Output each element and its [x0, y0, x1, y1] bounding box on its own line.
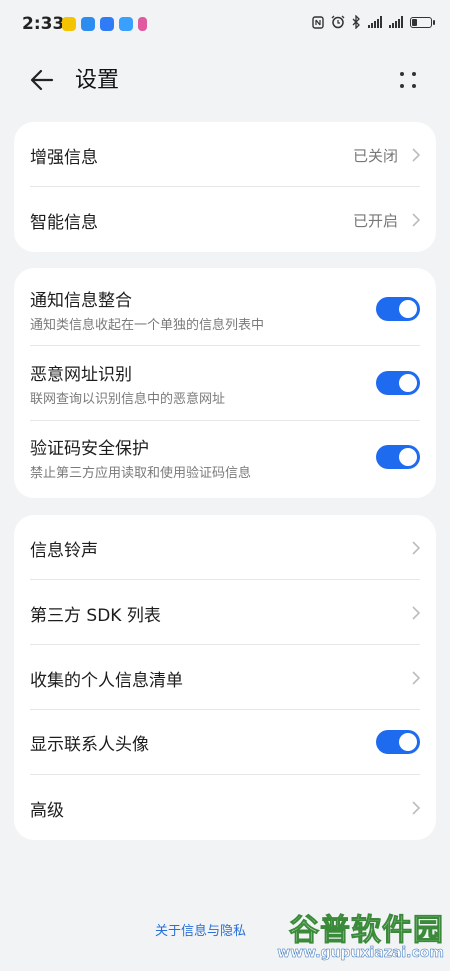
status-time: 2:33 — [22, 14, 65, 34]
chevron-right-icon — [412, 606, 421, 620]
row-label: 高级 — [30, 801, 64, 821]
status-bar: 2:33 — [0, 0, 450, 48]
contact-avatar-toggle[interactable] — [376, 730, 420, 754]
more-options-icon[interactable] — [396, 68, 420, 92]
app-notification-icon — [100, 17, 114, 31]
enhanced-messages-row[interactable]: 增强信息 已关闭 — [14, 122, 436, 187]
watermark-brand: 谷普软件园 — [289, 913, 444, 949]
page-title: 设置 — [75, 68, 120, 93]
code-protection-row: 验证码安全保护 禁止第三方应用读取和使用验证码信息 — [14, 420, 436, 498]
advanced-row[interactable]: 高级 — [14, 775, 436, 840]
settings-card-security: 通知信息整合 通知类信息收起在一个单独的信息列表中 恶意网址识别 联网查询以识别… — [14, 268, 436, 498]
third-party-sdk-row[interactable]: 第三方 SDK 列表 — [14, 580, 436, 645]
row-label: 恶意网址识别 — [30, 365, 132, 385]
notification-merge-row: 通知信息整合 通知类信息收起在一个单独的信息列表中 — [14, 268, 436, 345]
notification-merge-toggle[interactable] — [376, 297, 420, 321]
privacy-link[interactable]: 关于信息与隐私 — [155, 920, 246, 939]
row-label: 增强信息 — [30, 148, 98, 168]
battery-icon — [410, 16, 435, 28]
smart-messages-row[interactable]: 智能信息 已开启 — [14, 187, 436, 252]
contact-avatar-row: 显示联系人头像 — [14, 710, 436, 775]
signal-icon — [368, 16, 382, 28]
row-label: 通知信息整合 — [30, 291, 132, 311]
chevron-right-icon — [412, 541, 421, 555]
malicious-url-toggle[interactable] — [376, 371, 420, 395]
row-description: 通知类信息收起在一个单独的信息列表中 — [30, 318, 265, 333]
row-label: 收集的个人信息清单 — [30, 671, 183, 691]
app-notification-icon — [81, 17, 95, 31]
row-value: 已关闭 — [352, 147, 398, 165]
row-label: 信息铃声 — [30, 541, 98, 561]
ringtone-row[interactable]: 信息铃声 — [14, 515, 436, 580]
malicious-url-row: 恶意网址识别 联网查询以识别信息中的恶意网址 — [14, 345, 436, 421]
chevron-right-icon — [412, 671, 421, 685]
personal-info-list-row[interactable]: 收集的个人信息清单 — [14, 645, 436, 710]
app-notification-icon — [119, 17, 133, 31]
bluetooth-icon — [352, 15, 360, 29]
app-notification-icon — [62, 17, 76, 31]
nfc-icon — [312, 15, 324, 29]
alarm-icon — [331, 15, 345, 29]
row-label: 第三方 SDK 列表 — [30, 606, 161, 626]
notification-icons — [62, 17, 147, 31]
chevron-right-icon — [412, 801, 421, 815]
site-watermark: 谷普软件园 www.gupuxiazai.com — [244, 905, 444, 967]
row-label: 验证码安全保护 — [30, 439, 149, 459]
chevron-right-icon — [412, 148, 421, 162]
status-icons — [312, 15, 435, 29]
signal-icon — [389, 16, 403, 28]
back-arrow-icon[interactable] — [28, 66, 56, 94]
row-label: 显示联系人头像 — [30, 735, 149, 755]
row-description: 禁止第三方应用读取和使用验证码信息 — [30, 466, 252, 481]
settings-card-general: 信息铃声 第三方 SDK 列表 收集的个人信息清单 显示联系人头像 高级 — [14, 515, 436, 840]
settings-card-messages: 增强信息 已关闭 智能信息 已开启 — [14, 122, 436, 252]
row-description: 联网查询以识别信息中的恶意网址 — [30, 392, 226, 407]
row-value: 已开启 — [352, 212, 398, 230]
app-notification-icon — [138, 17, 147, 31]
row-label: 智能信息 — [30, 213, 98, 233]
watermark-url: www.gupuxiazai.com — [277, 945, 444, 962]
code-protection-toggle[interactable] — [376, 445, 420, 469]
chevron-right-icon — [412, 213, 421, 227]
